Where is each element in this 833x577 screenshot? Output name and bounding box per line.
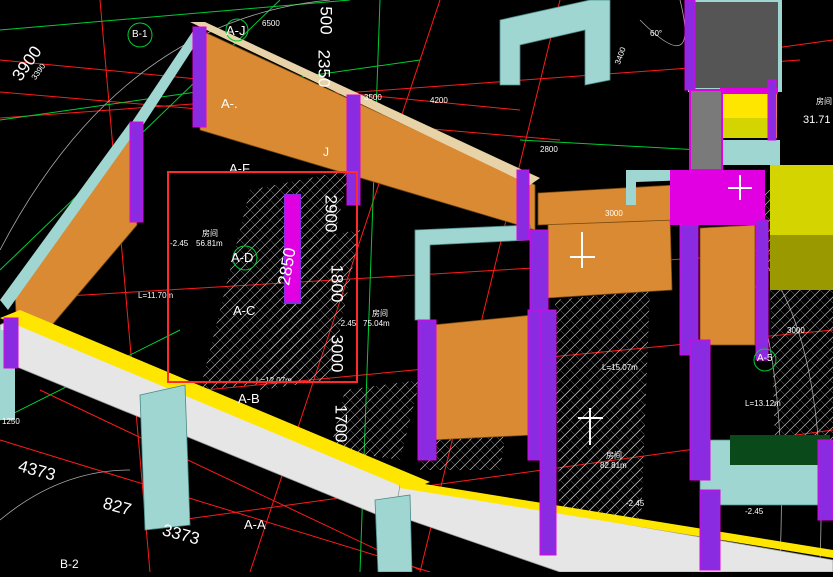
room-label-2: 房间 — [372, 309, 388, 318]
axis-label-j: J — [323, 145, 329, 159]
length-label-3: L=15.07m — [602, 363, 638, 372]
dim-2350: 2350 — [314, 49, 334, 88]
room-label-3: 房间 — [606, 451, 622, 460]
room-area-3: 82.81m — [600, 461, 627, 470]
dim-6500: 6500 — [262, 19, 280, 28]
level-label-3: -2.45 — [626, 499, 645, 508]
axis-label-a-dot: A-. — [221, 96, 238, 111]
right-edge-label: 房间 — [816, 97, 832, 106]
model-canvas[interactable] — [0, 0, 833, 573]
level-label-4: -2.45 — [745, 507, 764, 516]
axis-label-a-j: A-J — [226, 23, 246, 38]
dim-3500: 3500 — [364, 93, 382, 102]
dim-500: 500 — [316, 6, 336, 35]
cad-viewport[interactable]: A-J A-F A-D A-C A-B A-A A-5 B-1 B-2 J A-… — [0, 0, 833, 573]
dim-4200: 4200 — [430, 96, 448, 105]
dim-1700: 1700 — [331, 404, 351, 443]
dim-2800: 2800 — [540, 145, 558, 154]
dim-60deg: 60° — [650, 29, 663, 38]
axis-label-a-a: A-A — [244, 517, 266, 532]
axis-label-a-5: A-5 — [757, 353, 773, 364]
length-label-4: L=13.12m — [745, 399, 781, 408]
dim-3000-top: 3000 — [605, 209, 623, 218]
axis-label-b-2: B-2 — [60, 557, 79, 571]
right-edge-number: 31.71 — [803, 114, 831, 126]
room-area-2: 75.04m — [363, 319, 390, 328]
axis-label-b-1: B-1 — [132, 29, 148, 40]
dim-1250: 1250 — [2, 417, 20, 426]
yellow-beam-right — [689, 89, 723, 171]
axis-label-a-b: A-B — [238, 391, 260, 406]
dim-3000-right: 3000 — [787, 326, 805, 335]
selection-rectangle[interactable] — [167, 171, 358, 383]
